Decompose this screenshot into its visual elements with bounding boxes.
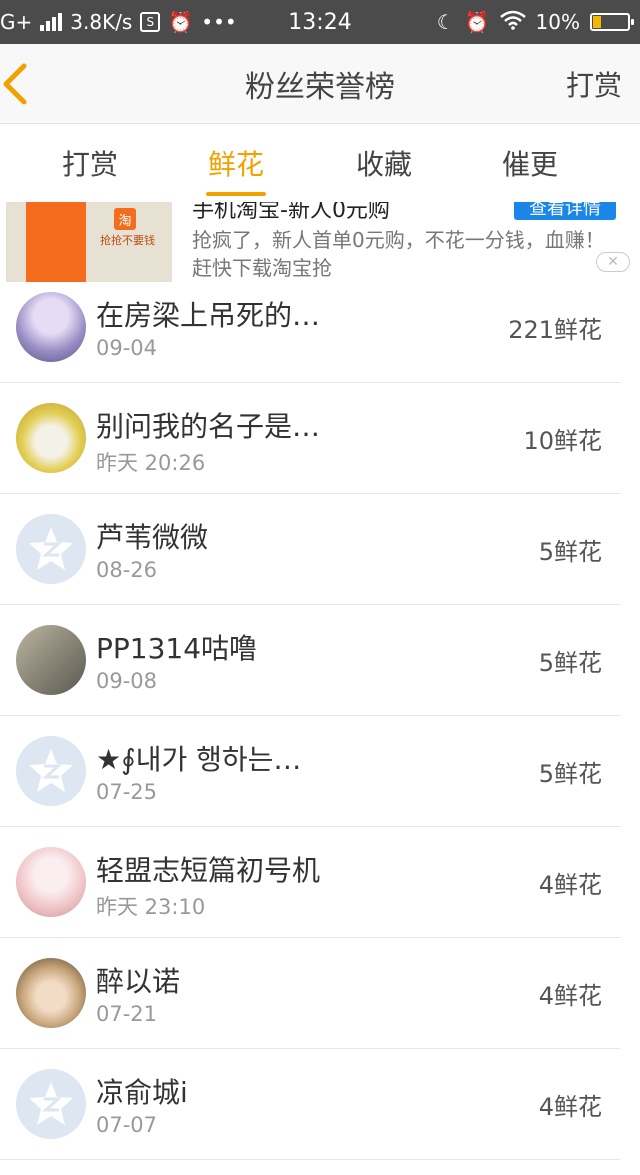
list-item[interactable]: 别问我的名子是… 昨天 20:26 10鲜花	[0, 383, 640, 494]
flower-count: 4鲜花	[538, 982, 602, 1010]
list-item[interactable]: 芦苇微微 08-26 5鲜花	[0, 494, 640, 605]
moon-icon: ☾	[436, 10, 455, 34]
fan-time: 07-07	[96, 1113, 158, 1137]
status-bar: G+ 3.8K/s S ⏰ ••• 13:24 ☾ ⏰ 10%	[0, 0, 640, 44]
page-title: 粉丝荣誉榜	[245, 70, 395, 105]
list-item[interactable]: ★∮내가 행하는… 07-25 5鲜花	[0, 716, 640, 827]
tab-flowers[interactable]: 鲜花	[186, 124, 286, 202]
fan-time: 昨天 23:10	[96, 895, 206, 919]
flower-count: 4鲜花	[538, 871, 602, 899]
fan-name: PP1314咕噜	[96, 632, 258, 665]
tab-label: 鲜花	[207, 148, 264, 181]
alarm-icon: ⏰	[464, 10, 490, 34]
tab-label: 催更	[501, 148, 558, 181]
fan-time: 08-26	[96, 558, 158, 582]
list-item[interactable]: 在房梁上吊死的… 09-04 221鲜花	[0, 272, 640, 383]
tab-label: 收藏	[355, 148, 412, 181]
fan-name: 在房梁上吊死的…	[96, 299, 321, 332]
fan-time: 09-08	[96, 669, 158, 693]
reward-button[interactable]: 打赏	[566, 44, 622, 124]
avatar	[16, 958, 86, 1028]
status-right: ☾ ⏰ 10%	[436, 0, 634, 44]
fan-name: 别问我的名子是…	[96, 410, 321, 443]
fan-time: 07-21	[96, 1002, 158, 1026]
ad-view-details-button[interactable]: 查看详情	[514, 202, 616, 220]
fan-time: 07-25	[96, 780, 158, 804]
default-avatar-icon	[16, 736, 86, 806]
wifi-icon	[499, 10, 526, 35]
ad-title: 手机淘宝-新人0元购	[192, 202, 390, 223]
tab-reward[interactable]: 打赏	[40, 124, 140, 202]
avatar	[16, 292, 86, 362]
divider	[0, 1159, 620, 1160]
default-avatar-icon	[16, 514, 86, 584]
nav-bar: 粉丝荣誉榜 打赏	[0, 44, 640, 124]
flower-count: 5鲜花	[538, 760, 602, 788]
fan-time: 昨天 20:26	[96, 451, 206, 475]
fan-name: 凉俞城i	[96, 1076, 188, 1109]
list-item[interactable]: PP1314咕噜 09-08 5鲜花	[0, 605, 640, 716]
flower-count: 10鲜花	[523, 427, 602, 455]
avatar	[16, 625, 86, 695]
battery-percent: 10%	[535, 10, 580, 34]
tab-bar: 打赏 鲜花 收藏 催更	[0, 124, 640, 202]
list-item[interactable]: 凉俞城i 07-07 4鲜花	[0, 1049, 640, 1160]
fan-name: 芦苇微微	[96, 521, 209, 554]
flower-count: 5鲜花	[538, 538, 602, 566]
ad-banner[interactable]: 淘 抢抢不要钱 手机淘宝-新人0元购 查看详情 抢疯了，新人首单0元购，不花一分…	[0, 202, 640, 282]
close-icon[interactable]: ✕	[596, 252, 630, 272]
tab-label: 打赏	[61, 148, 118, 181]
flower-count: 221鲜花	[508, 316, 602, 344]
ad-thumb-slogan: 抢抢不要钱	[100, 234, 155, 247]
list-item[interactable]: 醉以诺 07-21 4鲜花	[0, 938, 640, 1049]
flower-count: 4鲜花	[538, 1093, 602, 1121]
fan-name: 轻盟志短篇初号机	[96, 854, 321, 887]
fan-time: 09-04	[96, 336, 158, 360]
avatar	[16, 847, 86, 917]
tab-favorites[interactable]: 收藏	[334, 124, 434, 202]
ad-thumbnail: 淘 抢抢不要钱	[6, 202, 172, 282]
default-avatar-icon	[16, 1069, 86, 1139]
battery-icon	[590, 13, 634, 31]
avatar	[16, 403, 86, 473]
tab-urge-update[interactable]: 催更	[480, 124, 580, 202]
active-tab-indicator	[206, 192, 266, 196]
list-item[interactable]: 轻盟志短篇初号机 昨天 23:10 4鲜花	[0, 827, 640, 938]
ad-phone-graphic	[26, 202, 86, 282]
flower-count: 5鲜花	[538, 649, 602, 677]
fan-name: 醉以诺	[96, 965, 181, 998]
taobao-logo-icon: 淘	[114, 208, 136, 230]
fan-name: ★∮내가 행하는…	[96, 743, 302, 776]
